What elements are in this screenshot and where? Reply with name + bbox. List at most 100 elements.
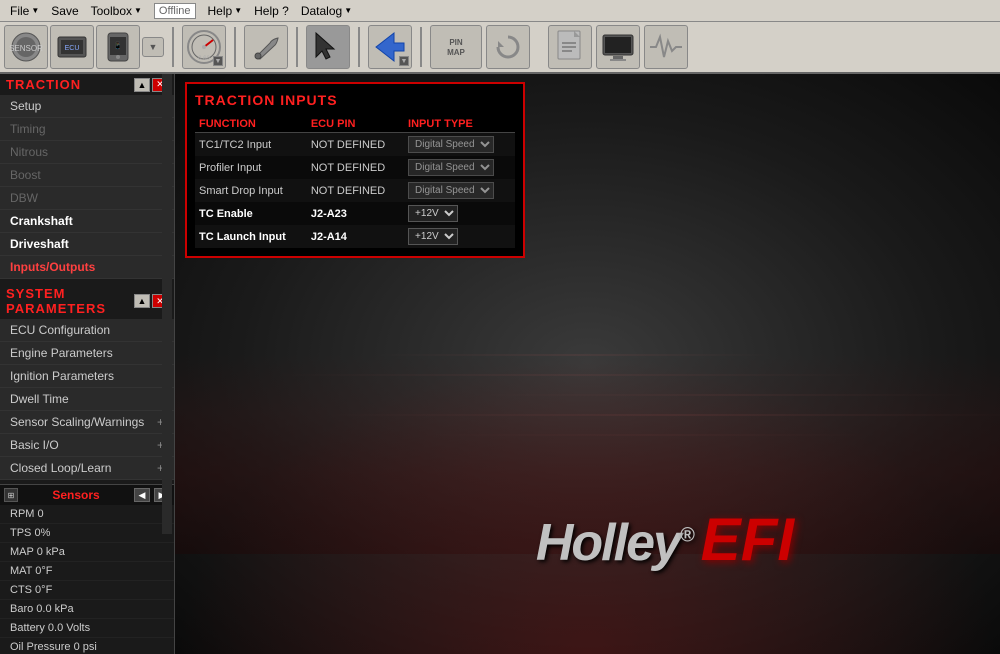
func-tc-enable: TC Enable: [195, 202, 307, 225]
waveform-toolbar-btn[interactable]: [644, 25, 688, 69]
type-tc-enable: +12V: [404, 202, 515, 225]
menu-help2[interactable]: Help ?: [248, 0, 295, 21]
sensors-section: ⊞ Sensors ◀ ▶ RPM 0 TPS 0% MAP 0 kPa MAT…: [0, 484, 174, 654]
toolbar-left-group: SENSOR ECU 📱 ▼: [4, 25, 164, 69]
sidebar-item-engine-params[interactable]: Engine Parameters: [0, 342, 174, 365]
table-row: TC Launch Input J2-A14 +12V: [195, 225, 515, 248]
sidebar-item-ecu-config[interactable]: ECU Configuration: [0, 319, 174, 342]
sensor-baro: Baro 0.0 kPa: [0, 600, 174, 619]
gauge-toolbar-btn[interactable]: 0 60 ▼: [182, 25, 226, 69]
menu-toolbox-arrow: ▼: [134, 6, 142, 15]
pin-tc1tc2: NOT DEFINED: [307, 133, 404, 157]
red-glow: [175, 354, 1000, 654]
toolbar-sep-1: [172, 27, 174, 67]
table-row: Profiler Input NOT DEFINED Digital Speed: [195, 156, 515, 179]
cursor-toolbar-btn[interactable]: [306, 25, 350, 69]
profiler-select[interactable]: Digital Speed: [408, 159, 494, 176]
sidebar-item-sensor-scaling[interactable]: Sensor Scaling/Warnings +: [0, 411, 174, 434]
toolbar: SENSOR ECU 📱 ▼: [0, 22, 1000, 74]
sidebar-item-dbw[interactable]: DBW: [0, 187, 174, 210]
content-area: TRACTION INPUTS FUNCTION ECU PIN INPUT T…: [175, 74, 1000, 654]
pin-map-btn[interactable]: PIN MAP: [430, 25, 482, 69]
col-input-type: INPUT TYPE: [404, 116, 515, 133]
traction-inputs-panel: TRACTION INPUTS FUNCTION ECU PIN INPUT T…: [185, 82, 525, 258]
func-tc1tc2: TC1/TC2 Input: [195, 133, 307, 157]
menu-toolbox[interactable]: Toolbox ▼: [85, 0, 148, 21]
sensors-grid-btn[interactable]: ⊞: [4, 488, 18, 502]
toolbar-sep-5: [420, 27, 422, 67]
menu-bar: File ▼ Save Toolbox ▼ Offline Help ▼ Hel…: [0, 0, 1000, 22]
sys-params-title: SYSTEM PARAMETERS: [6, 286, 134, 316]
sensor-tps: TPS 0%: [0, 524, 174, 543]
sensor-mat: MAT 0°F: [0, 562, 174, 581]
sidebar-item-setup[interactable]: Setup: [0, 95, 174, 118]
offline-badge: Offline: [154, 3, 196, 19]
svg-text:ECU: ECU: [65, 45, 80, 52]
traction-title: TRACTION: [6, 77, 81, 92]
func-smart-drop: Smart Drop Input: [195, 179, 307, 202]
pin-tc-launch: J2-A14: [307, 225, 404, 248]
table-row: Smart Drop Input NOT DEFINED Digital Spe…: [195, 179, 515, 202]
pin-smart-drop: NOT DEFINED: [307, 179, 404, 202]
monitor-toolbar-btn[interactable]: [596, 25, 640, 69]
sidebar-scrollbar[interactable]: [162, 74, 172, 534]
func-tc-launch: TC Launch Input: [195, 225, 307, 248]
menu-datalog[interactable]: Datalog ▼: [295, 0, 358, 21]
svg-text:SENSOR: SENSOR: [9, 44, 43, 53]
table-row: TC Enable J2-A23 +12V: [195, 202, 515, 225]
tc-enable-select[interactable]: +12V: [408, 205, 458, 222]
sidebar: TRACTION ▲ ✕ Setup Timing Nitrous Boost …: [0, 74, 175, 654]
type-tc-launch: +12V: [404, 225, 515, 248]
sidebar-item-boost[interactable]: Boost: [0, 164, 174, 187]
streak-5: [425, 434, 875, 436]
tc-launch-select[interactable]: +12V: [408, 228, 458, 245]
toolbar-sep-4: [358, 27, 360, 67]
sidebar-item-dwell-time[interactable]: Dwell Time: [0, 388, 174, 411]
sub-toolbar-btn[interactable]: ▼: [142, 37, 164, 57]
sidebar-item-inputs-outputs[interactable]: Inputs/Outputs: [0, 256, 174, 279]
sys-params-header: SYSTEM PARAMETERS ▲ ✕: [0, 283, 174, 319]
holley-wordmark: Holley®: [536, 513, 693, 573]
menu-file[interactable]: File ▼: [4, 0, 45, 21]
sidebar-item-ignition-params[interactable]: Ignition Parameters: [0, 365, 174, 388]
menu-offline[interactable]: Offline: [148, 0, 202, 21]
sensor-oil-pressure: Oil Pressure 0 psi: [0, 638, 174, 654]
sensors-prev-btn[interactable]: ◀: [134, 488, 150, 502]
sensor-toolbar-btn[interactable]: SENSOR: [4, 25, 48, 69]
sidebar-item-driveshaft[interactable]: Driveshaft: [0, 233, 174, 256]
phone-toolbar-btn[interactable]: 📱: [96, 25, 140, 69]
toolbar-sep-3: [296, 27, 298, 67]
efi-wordmark: EFI: [701, 505, 794, 574]
sys-params-collapse-btn[interactable]: ▲: [134, 294, 150, 308]
col-ecu-pin: ECU PIN: [307, 116, 404, 133]
menu-save[interactable]: Save: [45, 0, 84, 21]
ecu-toolbar-btn[interactable]: ECU: [50, 25, 94, 69]
sensor-rpm: RPM 0: [0, 505, 174, 524]
wrench-toolbar-btn[interactable]: [244, 25, 288, 69]
smart-drop-select[interactable]: Digital Speed: [408, 182, 494, 199]
refresh-toolbar-btn[interactable]: [486, 25, 530, 69]
main-area: TRACTION ▲ ✕ Setup Timing Nitrous Boost …: [0, 74, 1000, 654]
sidebar-item-closed-loop[interactable]: Closed Loop/Learn +: [0, 457, 174, 480]
sidebar-item-crankshaft[interactable]: Crankshaft: [0, 210, 174, 233]
sidebar-item-nitrous[interactable]: Nitrous: [0, 141, 174, 164]
streak-1: [375, 354, 775, 356]
traction-inputs-title: TRACTION INPUTS: [195, 92, 515, 108]
sensor-cts: CTS 0°F: [0, 581, 174, 600]
streak-3: [475, 394, 975, 396]
svg-text:0 60: 0 60: [198, 56, 210, 62]
traction-collapse-btn[interactable]: ▲: [134, 78, 150, 92]
type-tc1tc2: Digital Speed: [404, 133, 515, 157]
streak-4: [325, 414, 1000, 416]
toolbar-sep-2: [234, 27, 236, 67]
sidebar-item-timing[interactable]: Timing: [0, 118, 174, 141]
sensors-title: Sensors: [22, 488, 130, 502]
svg-text:📱: 📱: [114, 41, 123, 50]
document-toolbar-btn[interactable]: [548, 25, 592, 69]
menu-datalog-arrow: ▼: [344, 6, 352, 15]
sensors-header: ⊞ Sensors ◀ ▶: [0, 485, 174, 505]
menu-help[interactable]: Help ▼: [202, 0, 249, 21]
sidebar-item-basic-io[interactable]: Basic I/O +: [0, 434, 174, 457]
blue-arrow-toolbar-btn[interactable]: ▼: [368, 25, 412, 69]
tc1tc2-select[interactable]: Digital Speed: [408, 136, 494, 153]
